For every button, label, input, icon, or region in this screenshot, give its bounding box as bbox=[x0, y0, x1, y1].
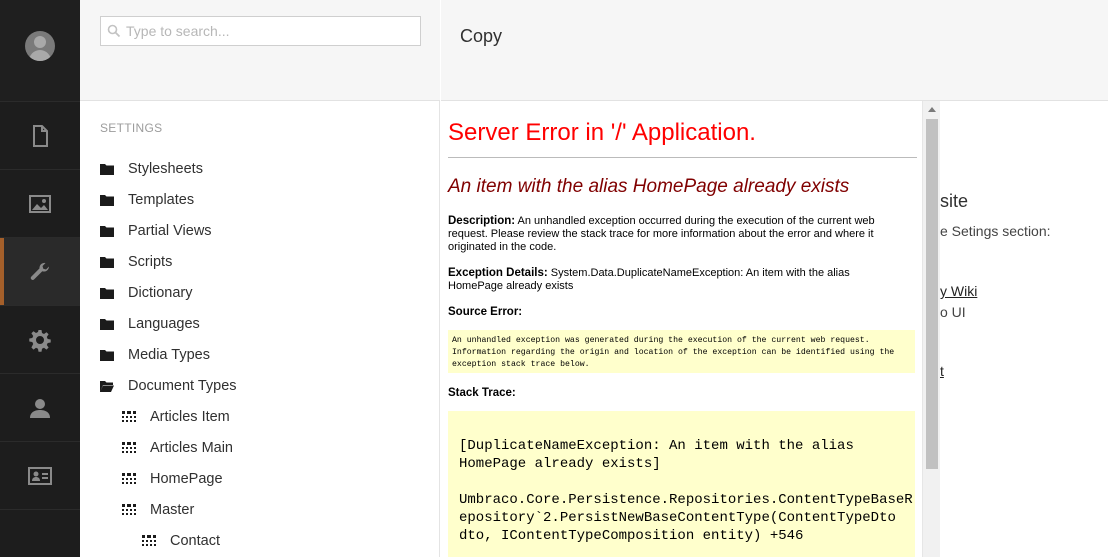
image-icon bbox=[29, 194, 51, 213]
scrollbar-thumb[interactable] bbox=[926, 119, 938, 469]
folder-icon bbox=[100, 287, 114, 299]
tree-item-label: Articles Item bbox=[150, 408, 230, 425]
tree-item-scripts[interactable]: Scripts bbox=[80, 246, 440, 277]
error-scrollbar[interactable] bbox=[922, 101, 940, 557]
folder-open-icon bbox=[100, 380, 114, 392]
folder-icon bbox=[100, 194, 114, 206]
error-exception-details: Exception Details: System.Data.Duplicate… bbox=[448, 267, 903, 293]
section-settings[interactable] bbox=[0, 237, 80, 305]
tree-item-label: Media Types bbox=[128, 346, 210, 363]
tree-section-title: SETTINGS bbox=[100, 121, 163, 135]
user-icon bbox=[30, 398, 50, 418]
doctype-icon bbox=[122, 472, 136, 484]
description-label: Description: bbox=[448, 215, 516, 227]
background-text: e Setings section: bbox=[940, 223, 1051, 239]
search-input[interactable] bbox=[126, 23, 406, 39]
background-text: o UI bbox=[940, 304, 966, 320]
section-media[interactable] bbox=[0, 169, 80, 237]
tree-item-label: Languages bbox=[128, 315, 200, 332]
document-icon bbox=[33, 124, 48, 147]
tree-item-label: Scripts bbox=[128, 253, 173, 270]
tree-item-dictionary[interactable]: Dictionary bbox=[80, 277, 440, 308]
stack-trace-box: [DuplicateNameException: An item with th… bbox=[448, 411, 915, 557]
tree-item-homepage[interactable]: HomePage bbox=[80, 463, 440, 494]
section-users[interactable] bbox=[0, 373, 80, 441]
tree-item-label: Stylesheets bbox=[128, 160, 203, 177]
avatar-zone bbox=[0, 0, 80, 101]
scroll-up-arrow-icon[interactable] bbox=[928, 107, 936, 112]
main-navigation-rail bbox=[0, 0, 80, 557]
tree-item-articles-item[interactable]: Articles Item bbox=[80, 401, 440, 432]
tree-item-label: Dictionary bbox=[128, 284, 193, 301]
tree-header bbox=[80, 0, 440, 101]
source-error-label: Source Error: bbox=[448, 306, 523, 318]
tree-list: Stylesheets Templates Partial Views Scri… bbox=[80, 153, 440, 556]
settings-tree-panel: SETTINGS Stylesheets Templates Partial V… bbox=[80, 0, 440, 557]
error-heading: Server Error in '/' Application. bbox=[448, 119, 756, 146]
gear-icon bbox=[29, 329, 51, 352]
rail-spacer bbox=[0, 509, 80, 557]
search-box[interactable] bbox=[100, 16, 421, 46]
error-description: Description: An unhandled exception occu… bbox=[448, 215, 903, 254]
tree-item-articles-main[interactable]: Articles Main bbox=[80, 432, 440, 463]
tree-item-label: Master bbox=[150, 501, 195, 518]
tree-item-media-types[interactable]: Media Types bbox=[80, 339, 440, 370]
folder-icon bbox=[100, 349, 114, 361]
avatar[interactable] bbox=[25, 31, 55, 61]
tree-item-label: Templates bbox=[128, 191, 195, 208]
tree-item-master[interactable]: Master bbox=[80, 494, 440, 525]
tree-item-label: Partial Views bbox=[128, 222, 212, 239]
doctype-icon bbox=[122, 503, 136, 515]
stack-trace-label: Stack Trace: bbox=[448, 387, 516, 399]
tree-item-partial-views[interactable]: Partial Views bbox=[80, 215, 440, 246]
tree-item-contact[interactable]: Contact bbox=[80, 525, 440, 556]
tree-item-templates[interactable]: Templates bbox=[80, 184, 440, 215]
editor-title[interactable]: Copy bbox=[460, 26, 502, 47]
id-card-icon bbox=[28, 466, 52, 485]
tree-item-languages[interactable]: Languages bbox=[80, 308, 440, 339]
tree-item-document-types[interactable]: Document Types bbox=[80, 370, 440, 401]
tree-item-label: Articles Main bbox=[150, 439, 233, 456]
folder-icon bbox=[100, 256, 114, 268]
folder-icon bbox=[100, 318, 114, 330]
background-header bbox=[940, 0, 1108, 101]
error-divider bbox=[448, 157, 917, 158]
doctype-icon bbox=[122, 441, 136, 453]
exception-label: Exception Details: bbox=[448, 267, 548, 279]
error-message: An item with the alias HomePage already … bbox=[448, 176, 850, 197]
search-icon bbox=[107, 24, 121, 38]
tree-item-stylesheets[interactable]: Stylesheets bbox=[80, 153, 440, 184]
wrench-icon bbox=[30, 262, 49, 280]
editor-header: Copy bbox=[441, 0, 940, 101]
folder-icon bbox=[100, 163, 114, 175]
server-error-frame: Server Error in '/' Application. An item… bbox=[441, 101, 940, 557]
tree-item-label: HomePage bbox=[150, 470, 223, 487]
doctype-icon bbox=[122, 410, 136, 422]
tree-item-label: Contact bbox=[170, 532, 220, 549]
folder-icon bbox=[100, 225, 114, 237]
background-link[interactable]: t bbox=[940, 363, 944, 379]
doctype-icon bbox=[142, 534, 156, 546]
section-developer[interactable] bbox=[0, 305, 80, 373]
background-heading: site bbox=[940, 191, 969, 211]
tree-item-label: Document Types bbox=[128, 377, 237, 394]
background-dashboard: site e Setings section: y Wiki o UI t bbox=[940, 0, 1108, 557]
section-members[interactable] bbox=[0, 441, 80, 509]
section-content[interactable] bbox=[0, 101, 80, 169]
source-error-box: An unhandled exception was generated dur… bbox=[448, 330, 915, 373]
background-link-wiki[interactable]: y Wiki bbox=[940, 283, 977, 299]
